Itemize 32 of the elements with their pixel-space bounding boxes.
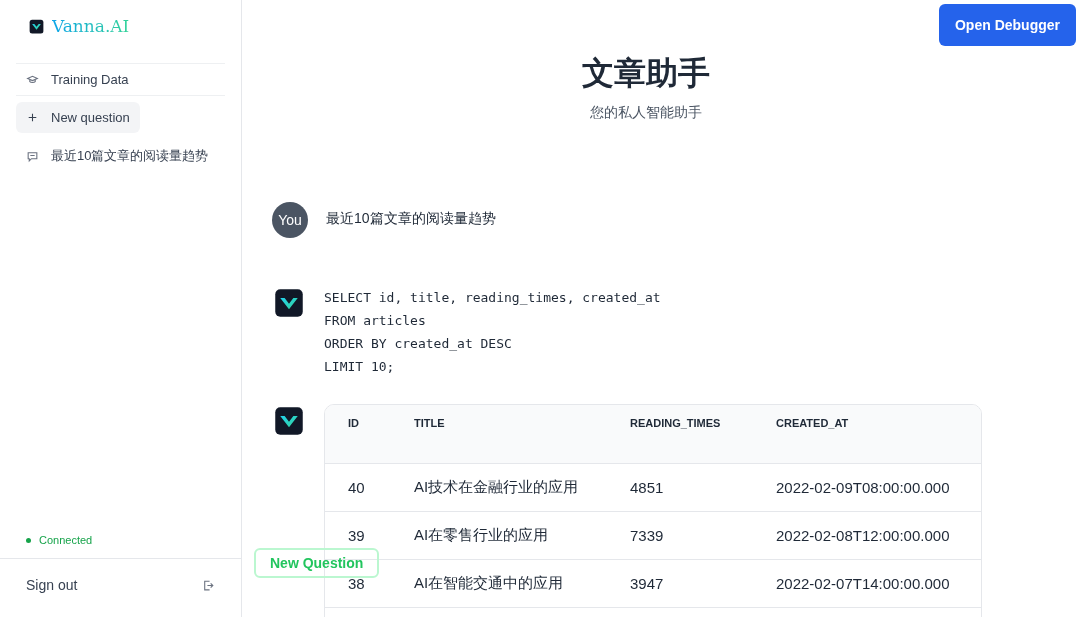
sql-code: SELECT id, title, reading_times, created_at FROM articles ORDER BY created_at DESC LIMIT 10; — [324, 289, 661, 376]
sign-out-icon — [202, 578, 215, 592]
logo-icon — [274, 404, 304, 438]
plus-icon — [26, 111, 39, 124]
table-cell: 2022-02-07T14:00:00.000 — [753, 559, 981, 608]
column-header: ID — [325, 405, 391, 464]
sign-out-button[interactable]: Sign out — [0, 558, 241, 617]
sidebar-item[interactable]: Training Data — [16, 63, 225, 96]
page-subtitle: 您的私人智能助手 — [589, 104, 703, 122]
sidebar-item[interactable]: New question — [16, 102, 140, 133]
table-cell: 2022-02-08T12:00:00.000 — [753, 511, 981, 560]
user-avatar: You — [272, 202, 308, 238]
open-debugger-button[interactable]: Open Debugger — [939, 4, 1076, 46]
table-cell: 3947 — [607, 559, 753, 608]
graduation-cap-icon — [26, 73, 39, 86]
table-cell: 7339 — [607, 511, 753, 560]
chat-bubble-icon — [26, 149, 39, 163]
table-cell: 40 — [325, 463, 391, 512]
status-text: Connected — [39, 534, 93, 546]
table-cell: 2022-02-09T08:00:00.000 — [753, 463, 981, 512]
column-header: TITLE — [391, 405, 607, 464]
table-cell: AI技术在金融行业的应用 — [391, 463, 607, 512]
logo-icon — [274, 286, 304, 320]
logo-icon — [29, 17, 44, 35]
message-text: 最近10篇文章的阅读量趋势 — [326, 210, 496, 228]
table-cell: AI在智能交通中的应用 — [391, 559, 607, 608]
page-title: 文章助手 — [581, 54, 711, 93]
column-header: READING_TIMES — [607, 405, 753, 464]
table-cell: AI在零售行业的应用 — [391, 511, 607, 560]
sidebar-item[interactable]: 最近10篇文章的阅读量趋势 — [16, 139, 219, 173]
table-cell: 4851 — [607, 463, 753, 512]
column-header: CREATED_AT — [753, 405, 981, 464]
